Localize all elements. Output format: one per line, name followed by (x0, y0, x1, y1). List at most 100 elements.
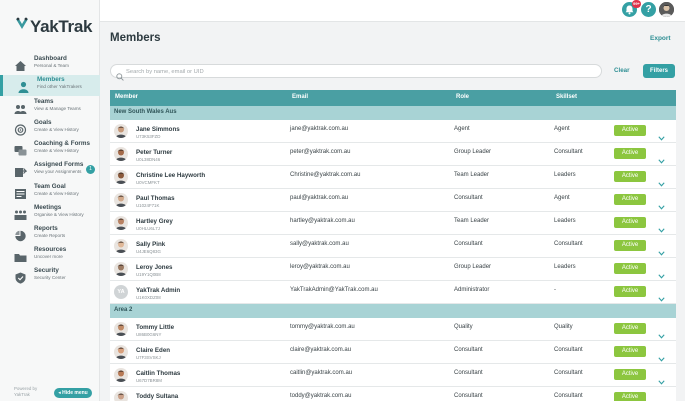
sidebar-item-label: Goals (34, 119, 52, 126)
sidebar-item-meetings[interactable]: Meetings Organise & View History (0, 203, 100, 224)
sidebar-item-text: Teams View & Manage Teams (34, 98, 81, 112)
member-name[interactable]: Tommy Little (136, 324, 174, 331)
member-avatar (114, 170, 128, 184)
team-goal-icon (14, 187, 27, 199)
sidebar-item-subtitle: Create Reports (34, 233, 66, 238)
member-avatar (114, 262, 128, 276)
sidebar-item-label: Assigned Forms (34, 161, 84, 168)
export-link[interactable]: Export (650, 35, 671, 42)
sidebar-item-dashboard[interactable]: Dashboard Personal & Team (0, 54, 100, 75)
clear-button[interactable]: Clear (614, 67, 629, 74)
column-header-email[interactable]: Email (292, 94, 308, 100)
sidebar-item-label: Reports (34, 225, 58, 232)
member-email: YakTrakAdmin@YakTrak.com.au (290, 287, 378, 293)
member-uid: U0HLU6L7J (136, 226, 160, 231)
table-row[interactable]: Hartley Grey U0HLU6L7J hartley@yaktrak.com… (110, 212, 676, 235)
sidebar-item-reports[interactable]: Reports Create Reports (0, 224, 100, 245)
member-name[interactable]: Claire Eden (136, 347, 170, 354)
table-row[interactable]: Caitlin Thomas U67D7BR8M caitlin@yaktrak.c… (110, 364, 676, 387)
member-role: Quality (454, 324, 473, 330)
sidebar-item-assigned-forms[interactable]: Assigned Forms View your Assignments 1 (0, 160, 100, 181)
member-avatar (114, 391, 128, 401)
member-uid: U4JE6Q83G (136, 249, 161, 254)
member-name[interactable]: Christine Lee Hayworth (136, 172, 205, 179)
member-avatar (114, 239, 128, 253)
member-name[interactable]: Paul Thomas (136, 195, 175, 202)
status-badge: Active (614, 286, 646, 297)
group-header: New South Wales Aus (110, 106, 676, 120)
member-email: paul@yaktrak.com.au (290, 195, 349, 201)
sidebar-item-subtitle: Personal & Team (34, 63, 69, 68)
member-skillset: Leaders (554, 264, 576, 270)
table-row[interactable]: Peter Turner U0L38DN46 peter@yaktrak.com.a… (110, 143, 676, 166)
dashboard-icon (14, 59, 27, 71)
sidebar-item-text: Security Security Center (34, 267, 66, 281)
chevron-down-icon[interactable] (658, 395, 665, 401)
table-row[interactable]: Jane Simmons U73K53FZD jane@yaktrak.com.au… (110, 120, 676, 143)
member-name[interactable]: Toddy Sultana (136, 393, 178, 400)
member-name[interactable]: Sally Pink (136, 241, 165, 248)
hide-menu-button[interactable]: ◂ Hide menu (54, 388, 92, 398)
status-badge: Active (614, 125, 646, 136)
column-header-member[interactable]: Member (115, 94, 138, 100)
security-icon (14, 271, 27, 284)
sidebar-item-team-goal[interactable]: Team Goal Create & View History (0, 182, 100, 203)
member-avatar: YA (114, 285, 128, 299)
group-header: Area 2 (110, 304, 676, 318)
member-role: Consultant (454, 370, 483, 376)
member-email: peter@yaktrak.com.au (290, 149, 351, 155)
filters-button[interactable]: Filters (643, 64, 675, 78)
member-role: Consultant (454, 195, 483, 201)
member-avatar (114, 124, 128, 138)
member-avatar (114, 193, 128, 207)
member-skillset: - (554, 287, 556, 293)
status-badge: Active (614, 171, 646, 182)
status-badge: Active (614, 217, 646, 228)
sidebar-item-teams[interactable]: Teams View & Manage Teams (0, 97, 100, 118)
table-row[interactable]: YA YakTrak Admin U1K0XDZ08 YakTrakAdmin@Yak… (110, 281, 676, 304)
sidebar-item-goals[interactable]: Goals Create & View History (0, 118, 100, 139)
yaktrak-logo[interactable]: YakTrak (15, 17, 92, 36)
member-name[interactable]: Hartley Grey (136, 218, 173, 225)
column-header-role[interactable]: Role (456, 94, 469, 100)
member-name[interactable]: Jane Simmons (136, 126, 180, 133)
table-row[interactable]: Tommy Little U86B0G6NY tommy@yaktrak.com.a… (110, 318, 676, 341)
table-row[interactable]: Sally Pink U4JE6Q83G sally@yaktrak.com.au C… (110, 235, 676, 258)
powered-by: Powered by YakTrak (14, 386, 37, 398)
member-role: Consultant (454, 393, 483, 399)
meetings-icon (14, 208, 27, 220)
table-row[interactable]: Leroy Jones U19Y1Q0B8 leroy@yaktrak.com.au… (110, 258, 676, 281)
member-skillset: Consultant (554, 370, 583, 376)
sidebar-item-text: Members Find other YakTrakers (37, 76, 82, 90)
member-email: Christine@yaktrak.com.au (290, 172, 361, 178)
resources-icon (14, 250, 27, 262)
sidebar-item-members[interactable]: Members Find other YakTrakers (0, 75, 100, 96)
status-badge: Active (614, 346, 646, 357)
status-badge: Active (614, 323, 646, 334)
member-name[interactable]: Peter Turner (136, 149, 172, 156)
member-name[interactable]: Leroy Jones (136, 264, 172, 271)
member-name[interactable]: YakTrak Admin (136, 287, 180, 294)
sidebar-item-label: Teams (34, 98, 54, 105)
member-skillset: Agent (554, 195, 570, 201)
member-email: jane@yaktrak.com.au (290, 126, 349, 132)
hide-menu-label: Hide menu (62, 390, 88, 396)
user-avatar[interactable] (659, 2, 674, 17)
table-row[interactable]: Claire Eden U7F3SVSKJ claire@yaktrak.com.a… (110, 341, 676, 364)
member-name[interactable]: Caitlin Thomas (136, 370, 180, 377)
member-role: Agent (454, 126, 470, 132)
column-header-skillset[interactable]: Skillset (556, 94, 577, 100)
sidebar-item-security[interactable]: Security Security Center (0, 266, 100, 287)
sidebar-item-label: Coaching & Forms (34, 140, 90, 147)
teams-icon (14, 102, 27, 114)
table-row[interactable]: Christine Lee Hayworth U0VCMFKT Christine@… (110, 166, 676, 189)
sidebar-item-coaching-and-forms[interactable]: Coaching & Forms Create & View History (0, 139, 100, 160)
help-icon[interactable]: ? (641, 2, 656, 17)
table-row[interactable]: Toddy Sultana toddy@yaktrak.com.au Consult… (110, 387, 676, 401)
sidebar-item-label: Meetings (34, 204, 62, 211)
table-row[interactable]: Paul Thomas U1024F71K paul@yaktrak.com.au C… (110, 189, 676, 212)
sidebar-item-subtitle: Security Center (34, 275, 66, 280)
search-input[interactable] (126, 66, 596, 77)
sidebar-item-resources[interactable]: Resources Uncover more (0, 245, 100, 266)
sidebar-item-text: Goals Create & View History (34, 119, 79, 133)
